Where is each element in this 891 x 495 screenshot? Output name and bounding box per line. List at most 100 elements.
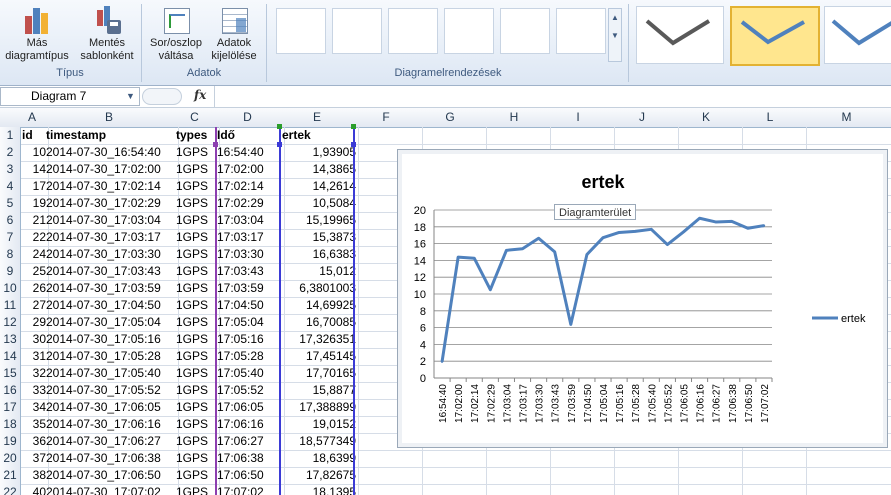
table-cell[interactable] [610, 484, 679, 495]
table-cell[interactable]: 17:02:00 [215, 161, 285, 179]
category-range-handle[interactable] [213, 142, 218, 147]
fx-icon[interactable]: fx [194, 88, 206, 102]
table-cell[interactable]: 1GPS [174, 450, 220, 468]
header-cell[interactable] [418, 127, 487, 145]
layout-gallery-scroll[interactable]: ▲ ▼ [608, 8, 622, 62]
table-cell[interactable]: 2014-07-30_17:03:59 [44, 280, 179, 298]
table-cell[interactable]: 2014-07-30_17:06:05 [44, 399, 179, 417]
table-cell[interactable]: 1GPS [174, 161, 220, 179]
table-cell[interactable]: 15,012 [280, 263, 359, 281]
row-header[interactable]: 6 [0, 212, 21, 230]
table-cell[interactable]: 17,326351 [280, 331, 359, 349]
table-cell[interactable]: 2014-07-30_17:05:04 [44, 314, 179, 332]
value-range-handle[interactable] [351, 142, 356, 147]
row-header[interactable]: 16 [0, 382, 21, 400]
table-cell[interactable] [738, 467, 807, 485]
table-cell[interactable]: 17:04:50 [215, 297, 285, 315]
header-cell[interactable] [738, 127, 807, 145]
chart-layout-3[interactable] [388, 8, 438, 54]
column-header[interactable]: H [482, 108, 547, 128]
switch-row-column-button[interactable]: Sor/oszlop váltása [144, 6, 208, 63]
chart-layout-1[interactable] [276, 8, 326, 54]
column-header[interactable]: M [802, 108, 891, 128]
column-header[interactable]: I [546, 108, 611, 128]
table-cell[interactable]: 17,388899 [280, 399, 359, 417]
table-cell[interactable] [674, 467, 743, 485]
chart-layout-4[interactable] [444, 8, 494, 54]
table-cell[interactable]: 17:07:02 [215, 484, 285, 495]
column-header[interactable]: L [738, 108, 803, 128]
chart-layout-6[interactable] [556, 8, 606, 54]
table-cell[interactable] [482, 484, 551, 495]
table-cell[interactable]: 2014-07-30_17:07:02 [44, 484, 179, 495]
series-name-handle[interactable] [277, 124, 282, 129]
row-header[interactable]: 9 [0, 263, 21, 281]
table-cell[interactable]: 1GPS [174, 331, 220, 349]
column-header[interactable]: K [674, 108, 739, 128]
table-cell[interactable] [610, 450, 679, 468]
table-cell[interactable]: 2014-07-30_17:03:30 [44, 246, 179, 264]
formula-input[interactable] [214, 86, 891, 107]
row-header[interactable]: 17 [0, 399, 21, 417]
chart-style-blue-2[interactable] [824, 6, 891, 64]
name-box[interactable]: Diagram 7 ▼ [0, 87, 140, 106]
header-cell[interactable] [674, 127, 743, 145]
table-cell[interactable]: 1GPS [174, 229, 220, 247]
table-cell[interactable]: 15,3873 [280, 229, 359, 247]
row-header[interactable]: 10 [0, 280, 21, 298]
table-cell[interactable]: 18,6399 [280, 450, 359, 468]
table-cell[interactable]: 1GPS [174, 280, 220, 298]
row-header[interactable]: 1 [0, 127, 21, 145]
table-cell[interactable]: 2014-07-30_17:02:14 [44, 178, 179, 196]
column-header[interactable]: E [280, 108, 355, 128]
table-cell[interactable] [674, 484, 743, 495]
table-cell[interactable]: 17:02:29 [215, 195, 285, 213]
table-cell[interactable]: 14,2614 [280, 178, 359, 196]
chart-object[interactable]: ertek 0 2 4 6 8 10 12 14 16 18 20 16:54:40 17:02:00 17… [397, 149, 888, 448]
table-cell[interactable] [418, 450, 487, 468]
table-cell[interactable] [546, 467, 615, 485]
table-cell[interactable]: 1GPS [174, 178, 220, 196]
table-cell[interactable] [738, 484, 807, 495]
table-cell[interactable] [546, 450, 615, 468]
row-header[interactable]: 12 [0, 314, 21, 332]
table-cell[interactable]: 17,82675 [280, 467, 359, 485]
table-cell[interactable]: 2014-07-30_17:03:43 [44, 263, 179, 281]
header-cell[interactable] [482, 127, 551, 145]
table-cell[interactable]: 17:06:38 [215, 450, 285, 468]
table-cell[interactable] [482, 450, 551, 468]
chart-style-blue-selected[interactable] [730, 6, 820, 66]
table-cell[interactable]: 6,3801003 [280, 280, 359, 298]
table-cell[interactable] [418, 484, 487, 495]
row-header[interactable]: 19 [0, 433, 21, 451]
table-cell[interactable]: 17:02:14 [215, 178, 285, 196]
column-header[interactable]: F [354, 108, 419, 128]
column-header[interactable]: C [174, 108, 216, 128]
table-cell[interactable]: 2014-07-30_17:06:38 [44, 450, 179, 468]
row-header[interactable]: 15 [0, 365, 21, 383]
table-cell[interactable]: 17:05:16 [215, 331, 285, 349]
table-cell[interactable]: 15,19965 [280, 212, 359, 230]
table-cell[interactable]: 2014-07-30_17:05:52 [44, 382, 179, 400]
table-cell[interactable]: 17,70165 [280, 365, 359, 383]
change-chart-type-button[interactable]: Más diagramtípus [4, 6, 70, 63]
row-header[interactable]: 20 [0, 450, 21, 468]
header-cell[interactable] [546, 127, 615, 145]
table-cell[interactable]: 1GPS [174, 416, 220, 434]
table-cell[interactable]: 14,69925 [280, 297, 359, 315]
chart-style-gray[interactable] [636, 6, 724, 64]
table-cell[interactable]: 17:03:30 [215, 246, 285, 264]
table-cell[interactable]: 2014-07-30_17:04:50 [44, 297, 179, 315]
table-cell[interactable] [802, 484, 891, 495]
formula-bar-expander[interactable] [142, 88, 182, 105]
row-header[interactable]: 21 [0, 467, 21, 485]
row-header[interactable]: 14 [0, 348, 21, 366]
table-cell[interactable]: 2014-07-30_17:03:17 [44, 229, 179, 247]
header-cell[interactable]: Idő [215, 127, 285, 145]
header-cell[interactable] [354, 127, 423, 145]
table-cell[interactable] [354, 450, 423, 468]
row-header[interactable]: 2 [0, 144, 21, 162]
table-cell[interactable]: 2014-07-30_17:05:40 [44, 365, 179, 383]
column-header[interactable]: D [215, 108, 281, 128]
table-cell[interactable]: 2014-07-30_17:02:29 [44, 195, 179, 213]
